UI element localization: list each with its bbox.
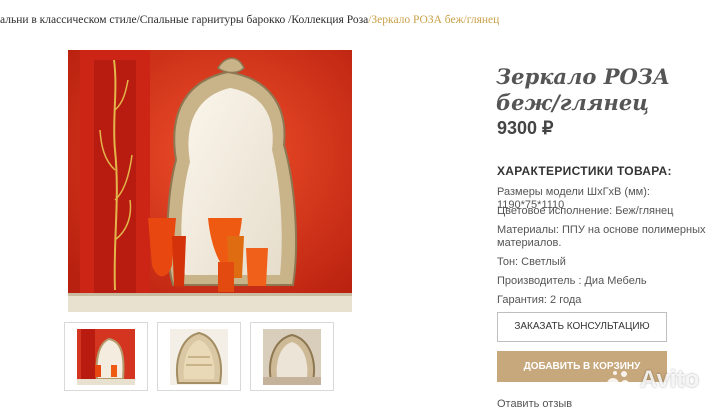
product-title: Зеркало РОЗА беж/глянец xyxy=(496,64,671,115)
breadcrumb-item-baroque-sets[interactable]: /Спальные гарнитуры барокко xyxy=(137,14,289,26)
thumbnail-1[interactable] xyxy=(64,322,148,391)
breadcrumb-item-roza-collection[interactable]: /Коллекция Роза xyxy=(288,14,368,26)
spec-tone: Тон: Светлый xyxy=(497,256,566,268)
product-main-image[interactable] xyxy=(68,50,352,312)
breadcrumb: альни в классическом стиле/Спальные гарн… xyxy=(0,14,720,26)
spec-materials: Материалы: ППУ на основе полимерных мате… xyxy=(497,224,706,249)
thumbnail-2[interactable] xyxy=(157,322,241,391)
thumbnail-3[interactable] xyxy=(250,322,334,391)
order-consultation-button[interactable]: ЗАКАЗАТЬ КОНСУЛЬТАЦИЮ xyxy=(497,312,667,342)
breadcrumb-current: /Зеркало РОЗА беж/глянец xyxy=(368,14,500,26)
leave-review-link[interactable]: Отавить отзыв xyxy=(497,398,572,410)
avito-logo-icon xyxy=(607,371,629,390)
avito-watermark-text: Avito xyxy=(640,366,700,393)
spec-manufacturer: Производитель : Диа Мебель xyxy=(497,275,647,287)
specs-heading: ХАРАКТЕРИСТИКИ ТОВАРА: xyxy=(497,164,672,178)
product-price: 9300 ₽ xyxy=(497,118,554,138)
avito-watermark: Avito xyxy=(604,360,714,400)
spec-color: Цветовое исполнение: Беж/глянец xyxy=(497,205,674,217)
spec-warranty: Гарантия: 2 года xyxy=(497,294,582,306)
breadcrumb-item-bedrooms[interactable]: альни в классическом стиле xyxy=(0,14,137,26)
